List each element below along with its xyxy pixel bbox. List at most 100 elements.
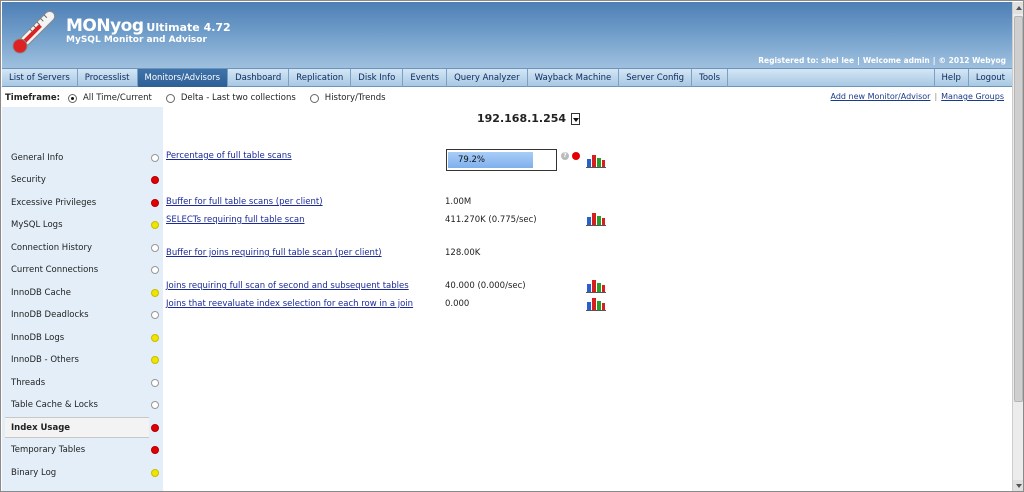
full-table-scans-link[interactable]: Percentage of full table scans bbox=[166, 151, 292, 161]
sidebar-item-general-info[interactable]: General Info bbox=[2, 147, 163, 168]
status-yellow-icon bbox=[151, 333, 159, 342]
bar-chart-icon[interactable] bbox=[585, 296, 607, 311]
joins-full-scan-link[interactable]: Joins requiring full scan of second and … bbox=[166, 281, 409, 291]
thermometer-icon bbox=[12, 10, 56, 54]
bar-chart-icon[interactable] bbox=[585, 153, 607, 168]
timeframe-bar: Timeframe: All Time/Current Delta - Last… bbox=[2, 89, 1012, 107]
sidebar-item-innodb-cache[interactable]: InnoDB Cache bbox=[2, 282, 163, 303]
tab-query-analyzer[interactable]: Query Analyzer bbox=[447, 69, 528, 87]
radio-label: History/Trends bbox=[324, 93, 386, 103]
sidebar-item-label: General Info bbox=[11, 152, 64, 163]
sidebar-item-label: Temporary Tables bbox=[11, 444, 86, 455]
product-tagline: MySQL Monitor and Advisor bbox=[66, 35, 207, 45]
timeframe-links: Add new Monitor/Advisor | Manage Groups bbox=[830, 92, 1004, 101]
tab-events[interactable]: Events bbox=[403, 69, 448, 87]
help-link[interactable]: Help bbox=[933, 69, 968, 87]
buffer-full-scans-value: 1.00M bbox=[445, 197, 472, 207]
tab-list-of-servers[interactable]: List of Servers bbox=[2, 69, 78, 87]
radio-dot[interactable] bbox=[165, 93, 175, 103]
sidebar-item-connection-history[interactable]: Connection History bbox=[2, 237, 163, 258]
status-yellow-icon bbox=[151, 468, 159, 477]
product-name: MONyog bbox=[66, 16, 144, 36]
bar-chart-icon[interactable] bbox=[585, 211, 607, 226]
status-red-icon bbox=[151, 198, 159, 207]
tab-dashboard[interactable]: Dashboard bbox=[228, 69, 290, 87]
tab-replication[interactable]: Replication bbox=[289, 69, 352, 87]
question-icon[interactable]: ? bbox=[561, 152, 569, 160]
status-white-icon bbox=[151, 400, 159, 409]
tab-monitors-advisors[interactable]: Monitors/Advisors bbox=[137, 69, 229, 87]
sidebar-item-binary-log[interactable]: Binary Log bbox=[2, 462, 163, 483]
sidebar-item-mysql-logs[interactable]: MySQL Logs bbox=[2, 214, 163, 235]
tab-wayback-machine[interactable]: Wayback Machine bbox=[528, 69, 620, 87]
sidebar-item-label: InnoDB Cache bbox=[11, 287, 71, 298]
header-banner: MONyog Ultimate 4.72 MySQL Monitor and A… bbox=[2, 2, 1012, 68]
metric-row: Joins that reevaluate index selection fo… bbox=[166, 299, 413, 309]
sidebar-item-excessive-privileges[interactable]: Excessive Privileges bbox=[2, 192, 163, 213]
sidebar-item-label: Index Usage bbox=[11, 422, 71, 433]
metric-row: SELECTs requiring full table scan bbox=[166, 215, 304, 225]
bar-chart-icon[interactable] bbox=[585, 278, 607, 293]
sidebar-item-index-usage[interactable]: Index Usage bbox=[5, 417, 159, 438]
status-white-icon bbox=[151, 243, 159, 252]
sidebar-item-label: InnoDB - Others bbox=[11, 354, 79, 365]
sidebar-item-label: Connection History bbox=[11, 242, 93, 253]
sidebar-item-label: Current Connections bbox=[11, 264, 99, 275]
sidebar-item-innodb-others[interactable]: InnoDB - Others bbox=[2, 349, 163, 370]
sidebar-item-innodb-logs[interactable]: InnoDB Logs bbox=[2, 327, 163, 348]
main-nav: List of Servers Processlist Monitors/Adv… bbox=[2, 68, 1012, 87]
product-edition: Ultimate 4.72 bbox=[146, 21, 231, 34]
radio-label: All Time/Current bbox=[82, 93, 152, 103]
status-red-icon bbox=[151, 423, 159, 432]
sidebar-item-security[interactable]: Security bbox=[2, 169, 163, 190]
dropdown-arrow-icon[interactable] bbox=[571, 112, 581, 125]
buffer-joins-value: 128.00K bbox=[445, 248, 481, 258]
scroll-down-icon[interactable] bbox=[1013, 480, 1023, 491]
radio-label: Delta - Last two collections bbox=[180, 93, 296, 103]
sidebar-item-innodb-deadlocks[interactable]: InnoDB Deadlocks bbox=[2, 304, 163, 325]
metric-row: Joins requiring full scan of second and … bbox=[166, 281, 409, 291]
logout-link[interactable]: Logout bbox=[967, 69, 1012, 87]
status-white-icon bbox=[151, 153, 159, 162]
user-info: Registered to: shel lee | Welcome admin | © … bbox=[758, 56, 1006, 65]
server-selector[interactable]: 192.168.1.254 bbox=[477, 112, 581, 125]
sidebar-item-threads[interactable]: Threads bbox=[2, 372, 163, 393]
sidebar-item-label: Binary Log bbox=[11, 467, 57, 478]
sidebar-item-table-cache-locks[interactable]: Table Cache & Locks bbox=[2, 394, 163, 415]
tab-server-config[interactable]: Server Config bbox=[619, 69, 693, 87]
buffer-joins-link[interactable]: Buffer for joins requiring full table sc… bbox=[166, 248, 382, 258]
scroll-thumb[interactable] bbox=[1014, 16, 1023, 402]
selects-full-scan-link[interactable]: SELECTs requiring full table scan bbox=[166, 215, 304, 225]
radio-dot[interactable] bbox=[67, 93, 77, 103]
scroll-up-icon[interactable] bbox=[1013, 2, 1023, 14]
radio-all-time[interactable]: All Time/Current bbox=[67, 93, 152, 103]
brand: MONyog Ultimate 4.72 MySQL Monitor and A… bbox=[66, 16, 231, 45]
app-window: MONyog Ultimate 4.72 MySQL Monitor and A… bbox=[0, 0, 1024, 492]
status-red-icon bbox=[151, 175, 159, 184]
selects-full-scan-value: 411.270K (0.775/sec) bbox=[445, 215, 537, 225]
joins-full-scan-value: 40.000 (0.000/sec) bbox=[445, 281, 526, 291]
alert-dot-icon bbox=[572, 152, 580, 160]
buffer-full-scans-link[interactable]: Buffer for full table scans (per client) bbox=[166, 197, 323, 207]
server-name: 192.168.1.254 bbox=[477, 112, 567, 125]
radio-dot[interactable] bbox=[309, 93, 319, 103]
add-monitor-link[interactable]: Add new Monitor/Advisor bbox=[831, 92, 931, 101]
sidebar: General Info Security Excessive Privileg… bbox=[2, 107, 163, 491]
tab-disk-info[interactable]: Disk Info bbox=[351, 69, 404, 87]
status-yellow-icon bbox=[151, 288, 159, 297]
tab-processlist[interactable]: Processlist bbox=[78, 69, 138, 87]
vertical-scrollbar[interactable] bbox=[1012, 2, 1023, 491]
status-white-icon bbox=[151, 265, 159, 274]
sidebar-item-label: Security bbox=[11, 174, 46, 185]
radio-history[interactable]: History/Trends bbox=[309, 93, 386, 103]
sidebar-item-current-connections[interactable]: Current Connections bbox=[2, 259, 163, 280]
status-white-icon bbox=[151, 310, 159, 319]
joins-reevaluate-link[interactable]: Joins that reevaluate index selection fo… bbox=[166, 299, 413, 309]
tab-tools[interactable]: Tools bbox=[692, 69, 729, 87]
manage-groups-link[interactable]: Manage Groups bbox=[941, 92, 1004, 101]
sidebar-item-temporary-tables[interactable]: Temporary Tables bbox=[2, 439, 163, 460]
sidebar-item-label: Threads bbox=[11, 377, 46, 388]
status-white-icon bbox=[151, 378, 159, 387]
radio-delta[interactable]: Delta - Last two collections bbox=[165, 93, 296, 103]
